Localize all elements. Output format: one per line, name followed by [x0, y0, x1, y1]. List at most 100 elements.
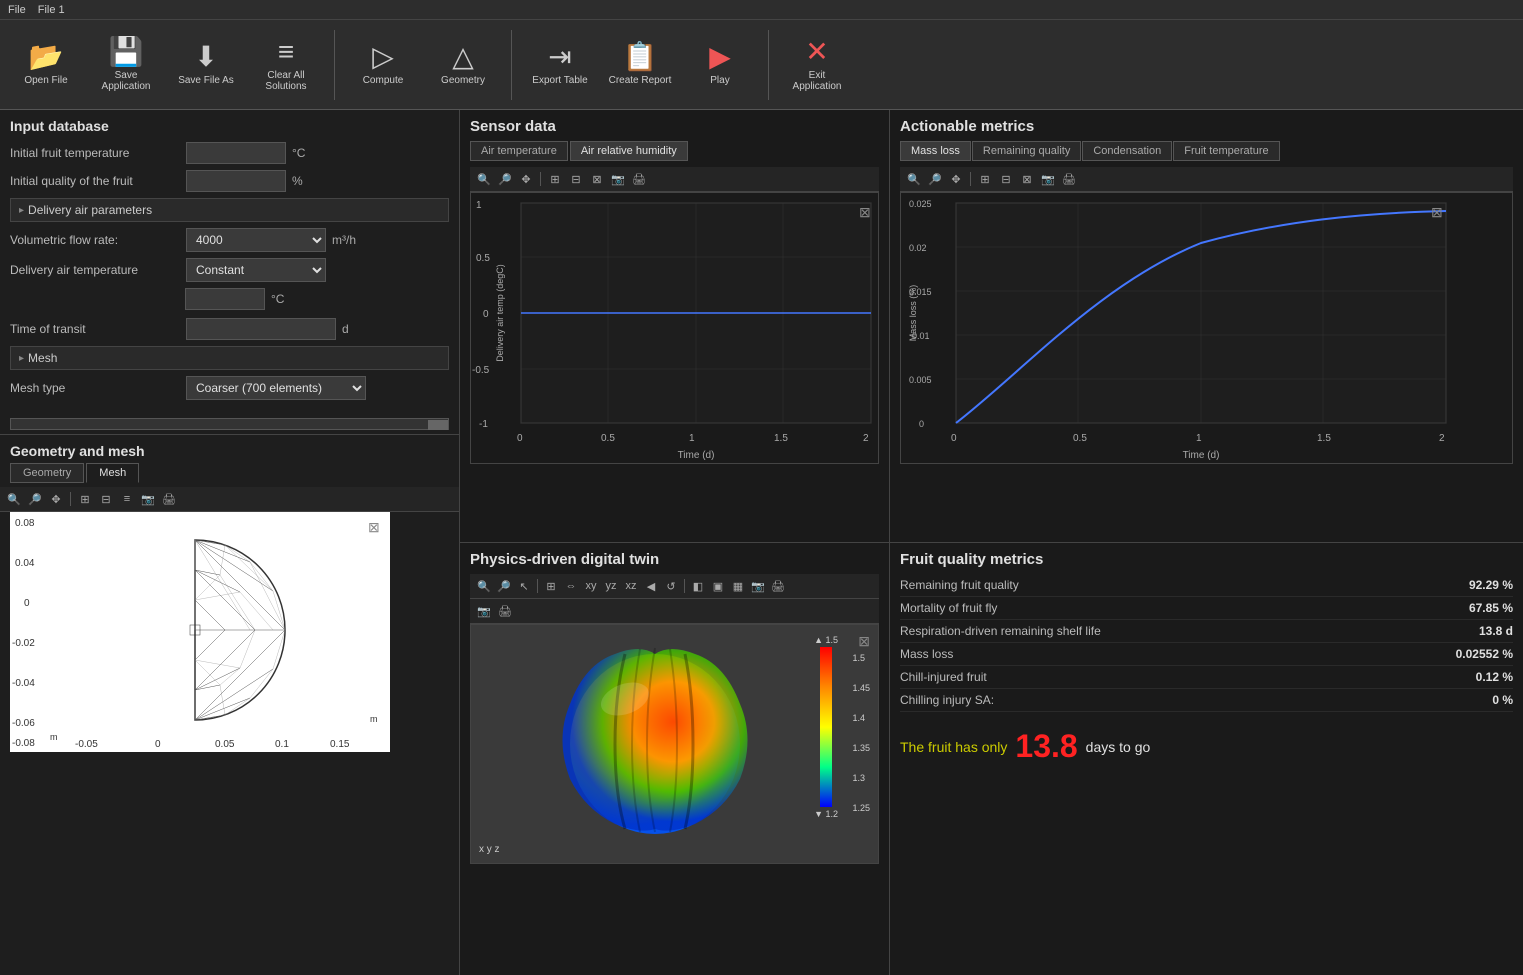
file-menu[interactable]: File: [8, 4, 26, 16]
axes-toggle-icon[interactable]: ⊞: [546, 170, 564, 188]
tab-air-temperature[interactable]: Air temperature: [470, 141, 568, 161]
volumetric-flow-select[interactable]: 4000: [186, 228, 326, 252]
mesh-svg: 0.08 0.04 0 -0.02 -0.04 -0.06 -0.08 -0.0…: [10, 512, 390, 752]
delivery-air-temp-select[interactable]: Constant: [186, 258, 326, 282]
print3-icon[interactable]: 🖨: [1060, 170, 1078, 188]
pan-icon[interactable]: ✥: [947, 170, 965, 188]
zoom-out-icon[interactable]: 🔎: [926, 170, 944, 188]
delivery-air-header[interactable]: Delivery air parameters: [10, 198, 449, 222]
tab-condensation[interactable]: Condensation: [1082, 141, 1172, 161]
zoom-in3-icon[interactable]: 🔍: [475, 577, 493, 595]
tab-remaining-quality[interactable]: Remaining quality: [972, 141, 1081, 161]
zoom-out-icon[interactable]: 🔎: [496, 170, 514, 188]
zoom-in-icon[interactable]: 🔍: [475, 170, 493, 188]
clear-all-solutions-button[interactable]: ≡ Clear All Solutions: [250, 25, 322, 105]
data-cursor-icon[interactable]: ⊠: [588, 170, 606, 188]
resize-icon[interactable]: ⊠: [368, 519, 380, 535]
print4-icon[interactable]: 🖨: [769, 577, 787, 595]
pan-icon[interactable]: ✥: [47, 490, 65, 508]
initial-quality-input[interactable]: 100 [%]: [186, 170, 286, 192]
metrics-chart-resize-icon[interactable]: ⊠: [1431, 204, 1443, 220]
fruit-message-suffix: days to go: [1086, 739, 1151, 755]
play-button[interactable]: ▶ Play: [684, 25, 756, 105]
grid-toggle-icon[interactable]: ⊟: [567, 170, 585, 188]
print-icon[interactable]: 🖨: [160, 490, 178, 508]
camera2-icon[interactable]: 📷: [609, 170, 627, 188]
grid-toggle2-icon[interactable]: ⊟: [997, 170, 1015, 188]
tab-fruit-temperature[interactable]: Fruit temperature: [1173, 141, 1279, 161]
tab-mesh[interactable]: Mesh: [86, 463, 139, 483]
box-icon[interactable]: ⊞: [542, 577, 560, 595]
svg-text:0.15: 0.15: [330, 739, 350, 750]
vis1-icon[interactable]: ◧: [689, 577, 707, 595]
physics-twin-section: Physics-driven digital twin 🔍 🔎 ↖ ⊞ ⇔ xy…: [460, 543, 890, 975]
print2-icon[interactable]: 🖨: [630, 170, 648, 188]
metrics-chart-toolbar: 🔍 🔎 ✥ ⊞ ⊟ ⊠ 📷 🖨: [900, 167, 1513, 192]
svg-text:0.025: 0.025: [909, 199, 932, 209]
camera3-icon[interactable]: 📷: [1039, 170, 1057, 188]
prev-icon[interactable]: ◀: [642, 577, 660, 595]
fruit-3d-svg: [525, 634, 825, 854]
export-table-button[interactable]: ⇥ Export Table: [524, 25, 596, 105]
mesh-type-row: Mesh type Coarser (700 elements): [10, 376, 449, 400]
save-application-button[interactable]: 💾 Save Application: [90, 25, 162, 105]
axes-icon[interactable]: ⊟: [97, 490, 115, 508]
top-row: Sensor data Air temperature Air relative…: [460, 110, 1523, 543]
zoom-in-icon[interactable]: 🔍: [5, 490, 23, 508]
time-of-transit-input[interactable]: 2 [d]: [186, 318, 336, 340]
axes-toggle2-icon[interactable]: ⊞: [976, 170, 994, 188]
clear-solutions-icon: ≡: [278, 38, 294, 66]
zoom-out3-icon[interactable]: 🔎: [495, 577, 513, 595]
data-cursor2-icon[interactable]: ⊠: [1018, 170, 1036, 188]
svg-text:2: 2: [1439, 433, 1445, 444]
metric-label-3: Mass loss: [900, 647, 953, 661]
tab-air-humidity[interactable]: Air relative humidity: [570, 141, 688, 161]
initial-fruit-temp-input[interactable]: 20: [186, 142, 286, 164]
xy-icon[interactable]: xy: [582, 577, 600, 595]
print5-icon[interactable]: 🖨: [496, 602, 514, 620]
tab-mass-loss[interactable]: Mass loss: [900, 141, 971, 161]
xz-icon[interactable]: xz: [622, 577, 640, 595]
camera4-icon[interactable]: 📷: [749, 577, 767, 595]
svg-text:-0.08: -0.08: [12, 738, 35, 749]
vis2-icon[interactable]: ▣: [709, 577, 727, 595]
mesh-header[interactable]: Mesh: [10, 346, 449, 370]
save-application-icon: 💾: [109, 38, 144, 66]
left-panel-scrollbar[interactable]: [10, 418, 449, 430]
tab-geometry[interactable]: Geometry: [10, 463, 84, 483]
file1-menu[interactable]: File 1: [38, 4, 65, 16]
initial-fruit-temp-label: Initial fruit temperature: [10, 146, 180, 160]
physics-chart-toolbar2: 📷 🖨: [470, 599, 879, 624]
pan-icon[interactable]: ✥: [517, 170, 535, 188]
chart-resize-icon[interactable]: ⊠: [859, 204, 871, 220]
compute-button[interactable]: ▷ Compute: [347, 25, 419, 105]
3d-resize-icon[interactable]: ⊠: [858, 633, 870, 650]
rotate-icon[interactable]: ↺: [662, 577, 680, 595]
delivery-air-temp-input[interactable]: 0: [185, 288, 265, 310]
svg-text:Delivery air temp (degC): Delivery air temp (degC): [495, 264, 505, 362]
open-file-button[interactable]: 📂 Open File: [10, 25, 82, 105]
colorbar-label-3: 1.4: [852, 713, 870, 723]
geometry-button[interactable]: △ Geometry: [427, 25, 499, 105]
vis3-icon[interactable]: ▦: [729, 577, 747, 595]
cursor3-icon[interactable]: ↖: [515, 577, 533, 595]
grid-icon[interactable]: ⊞: [76, 490, 94, 508]
arrows-icon[interactable]: ⇔: [562, 577, 580, 595]
geometry-chart-toolbar: 🔍 🔎 ✥ ⊞ ⊟ ≡ 📷 🖨: [0, 487, 459, 512]
save-file-as-button[interactable]: ⬇ Save File As: [170, 25, 242, 105]
toolbar-separator-1: [334, 30, 335, 100]
yz-icon[interactable]: yz: [602, 577, 620, 595]
camera-icon[interactable]: 📷: [139, 490, 157, 508]
legend-icon[interactable]: ≡: [118, 490, 136, 508]
mesh-type-select[interactable]: Coarser (700 elements): [186, 376, 366, 400]
physics-3d-area: ⊠: [470, 624, 879, 864]
actionable-metrics-section: Actionable metrics Mass loss Remaining q…: [890, 110, 1523, 542]
svg-text:0.005: 0.005: [909, 375, 932, 385]
exit-application-button[interactable]: ✕ Exit Application: [781, 25, 853, 105]
zoom-out-icon[interactable]: 🔎: [26, 490, 44, 508]
camera5-icon[interactable]: 📷: [475, 602, 493, 620]
create-report-button[interactable]: 📋 Create Report: [604, 25, 676, 105]
metric-row-0: Remaining fruit quality 92.29 %: [900, 574, 1513, 597]
zoom-in-icon[interactable]: 🔍: [905, 170, 923, 188]
delivery-air-temp-row: Delivery air temperature Constant: [10, 258, 449, 282]
